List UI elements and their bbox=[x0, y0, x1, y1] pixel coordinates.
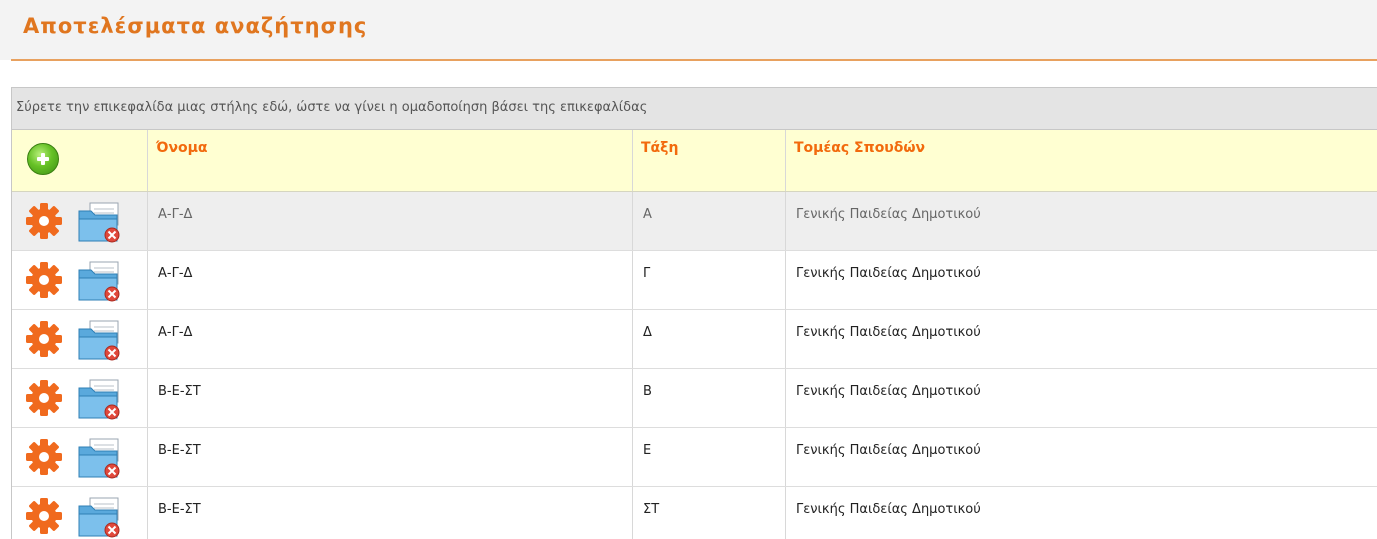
sector-cell: Γενικής Παιδείας Δημοτικού bbox=[786, 310, 1377, 368]
sector-value: Γενικής Παιδείας Δημοτικού bbox=[796, 207, 981, 222]
class-value: Α bbox=[643, 207, 652, 222]
table-row[interactable]: Β-Ε-ΣΤ Β Γενικής Παιδείας Δημοτικού bbox=[12, 369, 1377, 428]
delete-folder-icon[interactable] bbox=[77, 437, 123, 479]
name-cell: Α-Γ-Δ bbox=[148, 251, 633, 309]
group-by-drop-area[interactable]: Σύρετε την επικεφαλίδα μιας στήλης εδώ, … bbox=[12, 88, 1377, 130]
sector-cell: Γενικής Παιδείας Δημοτικού bbox=[786, 251, 1377, 309]
gear-icon[interactable] bbox=[25, 379, 63, 417]
table-row[interactable]: Β-Ε-ΣΤ Ε Γενικής Παιδείας Δημοτικού bbox=[12, 428, 1377, 487]
class-value: Δ bbox=[643, 325, 652, 340]
sector-cell: Γενικής Παιδείας Δημοτικού bbox=[786, 192, 1377, 250]
grid-header-row: Όνομα Τάξη Τομέας Σπουδών bbox=[12, 130, 1377, 192]
gear-icon[interactable] bbox=[25, 202, 63, 240]
column-header-name[interactable]: Όνομα bbox=[148, 130, 633, 191]
name-cell: Β-Ε-ΣΤ bbox=[148, 428, 633, 486]
page-header: Αποτελέσματα αναζήτησης bbox=[0, 0, 1377, 60]
table-row[interactable]: Β-Ε-ΣΤ ΣΤ Γενικής Παιδείας Δημοτικού bbox=[12, 487, 1377, 539]
table-row[interactable]: Α-Γ-Δ Δ Γενικής Παιδείας Δημοτικού bbox=[12, 310, 1377, 369]
sector-cell: Γενικής Παιδείας Δημοτικού bbox=[786, 369, 1377, 427]
name-value: Β-Ε-ΣΤ bbox=[158, 502, 201, 517]
class-cell: ΣΤ bbox=[633, 487, 786, 539]
add-icon[interactable] bbox=[27, 143, 59, 175]
row-actions-cell bbox=[12, 428, 148, 486]
delete-folder-icon[interactable] bbox=[77, 319, 123, 361]
actions-column-header bbox=[12, 130, 148, 191]
column-header-sector[interactable]: Τομέας Σπουδών bbox=[786, 130, 1377, 191]
results-grid: Σύρετε την επικεφαλίδα μιας στήλης εδώ, … bbox=[11, 87, 1377, 539]
delete-folder-icon[interactable] bbox=[77, 201, 123, 243]
sector-cell: Γενικής Παιδείας Δημοτικού bbox=[786, 487, 1377, 539]
class-value: ΣΤ bbox=[643, 502, 660, 517]
sector-cell: Γενικής Παιδείας Δημοτικού bbox=[786, 428, 1377, 486]
name-cell: Β-Ε-ΣΤ bbox=[148, 487, 633, 539]
column-header-label: Όνομα bbox=[156, 140, 208, 156]
gear-icon[interactable] bbox=[25, 320, 63, 358]
class-cell: Α bbox=[633, 192, 786, 250]
sector-value: Γενικής Παιδείας Δημοτικού bbox=[796, 502, 981, 517]
name-cell: Β-Ε-ΣΤ bbox=[148, 369, 633, 427]
row-actions-cell bbox=[12, 251, 148, 309]
class-value: Γ bbox=[643, 266, 651, 281]
table-row[interactable]: Α-Γ-Δ Α Γενικής Παιδείας Δημοτικού bbox=[12, 192, 1377, 251]
sector-value: Γενικής Παιδείας Δημοτικού bbox=[796, 384, 981, 399]
name-cell: Α-Γ-Δ bbox=[148, 192, 633, 250]
delete-folder-icon[interactable] bbox=[77, 496, 123, 538]
class-value: Β bbox=[643, 384, 652, 399]
gear-icon[interactable] bbox=[25, 261, 63, 299]
row-actions-cell bbox=[12, 192, 148, 250]
row-actions-cell bbox=[12, 487, 148, 539]
gear-icon[interactable] bbox=[25, 497, 63, 535]
row-actions-cell bbox=[12, 369, 148, 427]
class-value: Ε bbox=[643, 443, 652, 458]
row-actions-cell bbox=[12, 310, 148, 368]
gear-icon[interactable] bbox=[25, 438, 63, 476]
class-cell: Γ bbox=[633, 251, 786, 309]
class-cell: Ε bbox=[633, 428, 786, 486]
header-divider bbox=[11, 59, 1377, 61]
page-title: Αποτελέσματα αναζήτησης bbox=[23, 14, 368, 38]
column-header-label: Τάξη bbox=[641, 140, 679, 156]
name-value: Α-Γ-Δ bbox=[158, 266, 193, 281]
sector-value: Γενικής Παιδείας Δημοτικού bbox=[796, 266, 981, 281]
name-value: Β-Ε-ΣΤ bbox=[158, 443, 201, 458]
class-cell: Δ bbox=[633, 310, 786, 368]
grid-body: Α-Γ-Δ Α Γενικής Παιδείας Δημοτικού Α-Γ-Δ Γ Γε… bbox=[12, 192, 1377, 539]
class-cell: Β bbox=[633, 369, 786, 427]
column-header-class[interactable]: Τάξη bbox=[633, 130, 786, 191]
name-value: Β-Ε-ΣΤ bbox=[158, 384, 201, 399]
table-row[interactable]: Α-Γ-Δ Γ Γενικής Παιδείας Δημοτικού bbox=[12, 251, 1377, 310]
column-header-label: Τομέας Σπουδών bbox=[794, 140, 926, 156]
name-value: Α-Γ-Δ bbox=[158, 325, 193, 340]
delete-folder-icon[interactable] bbox=[77, 378, 123, 420]
delete-folder-icon[interactable] bbox=[77, 260, 123, 302]
name-cell: Α-Γ-Δ bbox=[148, 310, 633, 368]
sector-value: Γενικής Παιδείας Δημοτικού bbox=[796, 443, 981, 458]
sector-value: Γενικής Παιδείας Δημοτικού bbox=[796, 325, 981, 340]
name-value: Α-Γ-Δ bbox=[158, 207, 193, 222]
